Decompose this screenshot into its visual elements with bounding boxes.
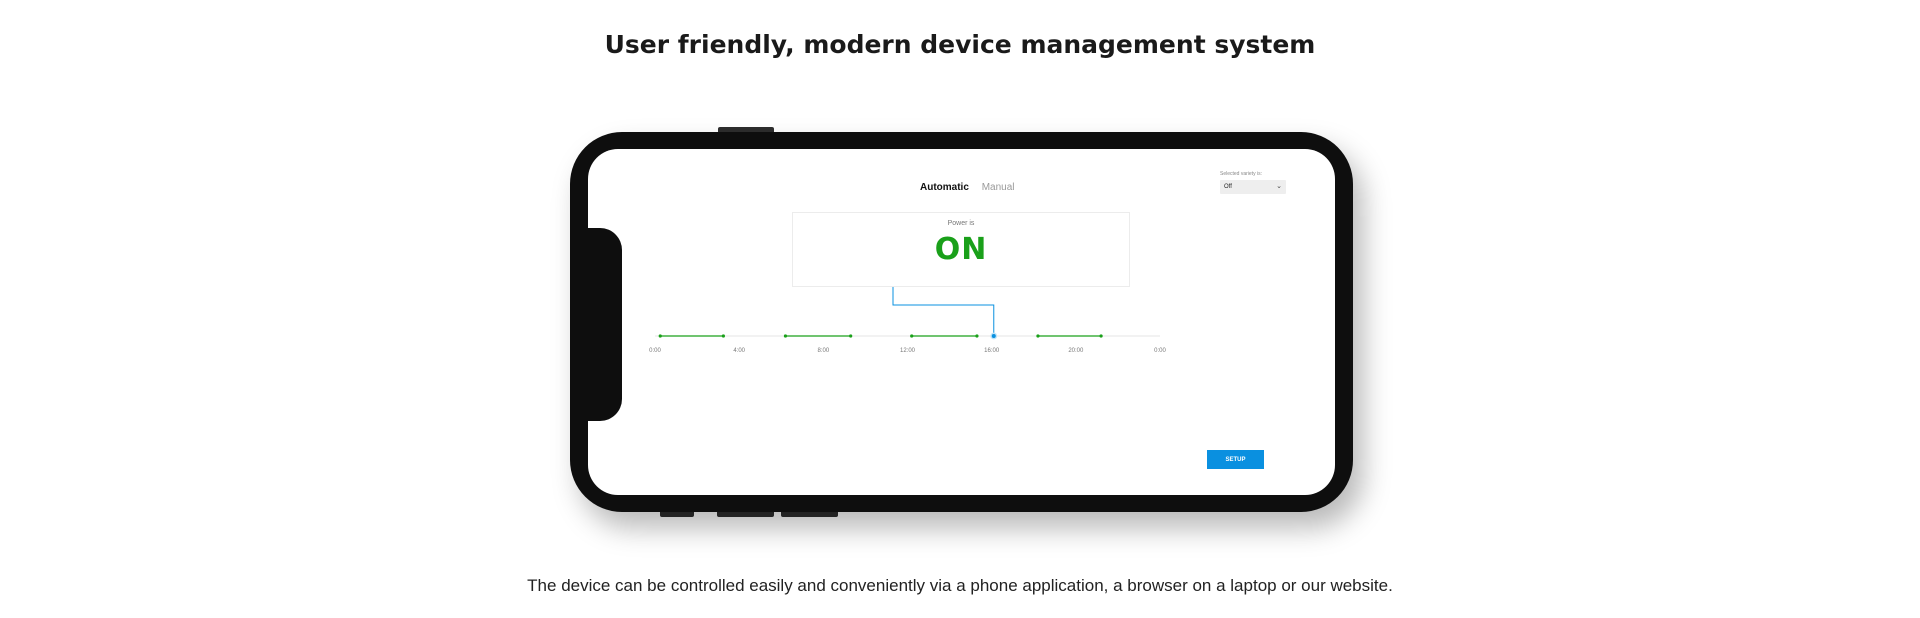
tick-label-2: 8:00: [817, 348, 829, 354]
on-segment-start-3: [1036, 334, 1040, 338]
on-segment-start-1: [783, 334, 788, 338]
on-segment-start-2: [910, 334, 914, 338]
tick-label-0: 0:00: [649, 348, 661, 354]
schedule-timeline: 0:00 4:00 8:00 12:00 16:00 20:00 0:00: [649, 287, 1166, 354]
on-segment-end-3: [1099, 334, 1103, 338]
on-segment-end-1: [849, 334, 853, 338]
on-segment-end-0: [721, 334, 725, 338]
page-headline: User friendly, modern device management …: [604, 30, 1316, 59]
tick-label-5: 20:00: [1068, 348, 1084, 354]
tick-label-1: 4:00: [733, 348, 745, 354]
tick-label-3: 12:00: [900, 348, 916, 354]
page-caption: The device can be controlled easily and …: [527, 576, 1393, 595]
on-segment-start-0: [658, 334, 662, 338]
current-time-marker: [991, 334, 996, 338]
phone-screen: Automatic Manual Selected variety is: Of…: [588, 149, 1335, 495]
setup-button[interactable]: SETUP: [1207, 450, 1264, 469]
on-segment-end-2: [975, 334, 979, 338]
current-time-connector: [892, 287, 995, 336]
tick-label-6: 0:00: [1154, 348, 1166, 354]
tick-label-4: 16:00: [984, 348, 1000, 354]
phone-mockup: Automatic Manual Selected variety is: Of…: [570, 132, 1353, 512]
